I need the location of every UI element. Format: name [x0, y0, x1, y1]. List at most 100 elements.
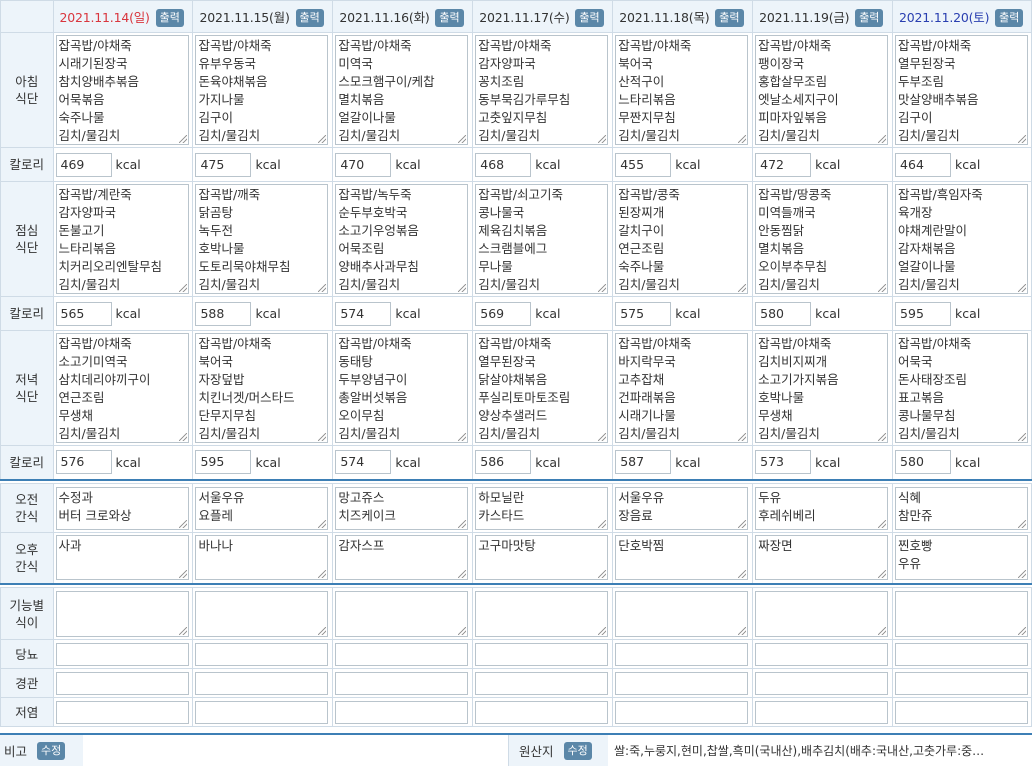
tube-input[interactable] [615, 671, 749, 695]
diabetes-input[interactable] [895, 642, 1029, 666]
lunch-menu-textarea[interactable]: 잡곡밥/흑임자죽 육개장 야채계란말이 감자채볶음 얼갈이나물 김치/물김치 [895, 184, 1029, 294]
print-button[interactable]: 출력 [435, 8, 464, 27]
resize-grip-icon[interactable] [318, 570, 327, 579]
resize-grip-icon[interactable] [598, 284, 607, 292]
am_snack-textarea[interactable]: 서울우유 장음료 [615, 486, 749, 530]
dinner-calorie-input[interactable]: 586 [475, 450, 532, 475]
pm_snack-textarea[interactable]: 짜장면 [755, 535, 889, 581]
breakfast-menu-textarea[interactable]: 잡곡밥/야채죽 미역국 스모크햄구이/케찹 멸치볶음 얼갈이나물 김치/물김치 [335, 35, 469, 145]
am_snack-textarea[interactable]: 하모닐란 카스타드 [475, 486, 609, 530]
dinner-menu-textarea[interactable]: 잡곡밥/야채죽 소고기미역국 삼치데리야끼구이 연근조림 무생채 김치/물김치 [55, 333, 189, 443]
am_snack-textarea[interactable]: 수정과 버터 크로와상 [55, 486, 189, 530]
breakfast-menu-textarea[interactable]: 잡곡밥/야채죽 팽이장국 홍합살무조림 엣날소세지구이 피마자잎볶음 김치/물김… [755, 35, 889, 145]
resize-grip-icon[interactable] [1018, 135, 1027, 143]
dinner-menu-textarea[interactable]: 잡곡밥/야채죽 북어국 자장덮밥 치킨너겟/머스타드 단무지무침 김치/물김치 [195, 333, 329, 443]
resize-grip-icon[interactable] [178, 519, 187, 528]
functional-textarea[interactable] [475, 590, 609, 637]
resize-grip-icon[interactable] [178, 135, 187, 143]
remarks-edit-button[interactable]: 수정 [37, 741, 66, 760]
resize-grip-icon[interactable] [458, 135, 467, 143]
functional-textarea[interactable] [195, 590, 329, 637]
print-button[interactable]: 출력 [295, 8, 324, 27]
dinner-calorie-input[interactable]: 574 [335, 450, 392, 475]
lunch-menu-textarea[interactable]: 잡곡밥/계란죽 감자양파국 돈불고기 느타리볶음 치커리오리엔탈무침 김치/물김… [55, 184, 189, 294]
resize-grip-icon[interactable] [598, 519, 607, 528]
low_salt-input[interactable] [755, 700, 889, 724]
resize-grip-icon[interactable] [458, 433, 467, 441]
resize-grip-icon[interactable] [1018, 570, 1027, 579]
resize-grip-icon[interactable] [178, 284, 187, 292]
resize-grip-icon[interactable] [318, 135, 327, 143]
print-button[interactable]: 출력 [855, 8, 884, 27]
pm_snack-textarea[interactable]: 감자스프 [335, 535, 469, 581]
breakfast-calorie-input[interactable]: 469 [55, 152, 112, 177]
lunch-calorie-input[interactable]: 580 [755, 301, 812, 326]
am_snack-textarea[interactable]: 망고쥬스 치즈케이크 [335, 486, 469, 530]
resize-grip-icon[interactable] [458, 519, 467, 528]
tube-input[interactable] [475, 671, 609, 695]
resize-grip-icon[interactable] [458, 626, 467, 635]
resize-grip-icon[interactable] [458, 570, 467, 579]
resize-grip-icon[interactable] [738, 284, 747, 292]
breakfast-calorie-input[interactable]: 455 [615, 152, 672, 177]
resize-grip-icon[interactable] [738, 135, 747, 143]
lunch-menu-textarea[interactable]: 잡곡밥/콩죽 된장찌개 갈치구이 연근조림 숙주나물 김치/물김치 [615, 184, 749, 294]
dinner-calorie-input[interactable]: 576 [55, 450, 112, 475]
breakfast-menu-textarea[interactable]: 잡곡밥/야채죽 열무된장국 두부조림 맛살양배추볶음 김구이 김치/물김치 [895, 35, 1029, 145]
resize-grip-icon[interactable] [318, 626, 327, 635]
resize-grip-icon[interactable] [738, 433, 747, 441]
breakfast-calorie-input[interactable]: 472 [755, 152, 812, 177]
low_salt-input[interactable] [335, 700, 469, 724]
functional-textarea[interactable] [615, 590, 749, 637]
functional-textarea[interactable] [895, 590, 1029, 637]
resize-grip-icon[interactable] [878, 135, 887, 143]
resize-grip-icon[interactable] [598, 135, 607, 143]
resize-grip-icon[interactable] [738, 570, 747, 579]
diabetes-input[interactable] [475, 642, 609, 666]
lunch-menu-textarea[interactable]: 잡곡밥/녹두죽 순두부호박국 소고기우엉볶음 어묵조림 양배추사과무침 김치/물… [335, 184, 469, 294]
pm_snack-textarea[interactable]: 단호박찜 [615, 535, 749, 581]
dinner-calorie-input[interactable]: 580 [895, 450, 952, 475]
breakfast-menu-textarea[interactable]: 잡곡밥/야채죽 시래기된장국 참치양배추볶음 어묵볶음 숙주나물 김치/물김치 [55, 35, 189, 145]
tube-input[interactable] [895, 671, 1029, 695]
resize-grip-icon[interactable] [878, 519, 887, 528]
functional-textarea[interactable] [755, 590, 889, 637]
resize-grip-icon[interactable] [318, 284, 327, 292]
resize-grip-icon[interactable] [458, 284, 467, 292]
dinner-menu-textarea[interactable]: 잡곡밥/야채죽 바지락무국 고추잡채 건파래볶음 시래기나물 김치/물김치 [615, 333, 749, 443]
resize-grip-icon[interactable] [1018, 519, 1027, 528]
dinner-menu-textarea[interactable]: 잡곡밥/야채죽 열무된장국 닭살야채볶음 푸실리토마토조림 양상추샐러드 김치/… [475, 333, 609, 443]
lunch-menu-textarea[interactable]: 잡곡밥/땅콩죽 미역들깨국 안동찜닭 멸치볶음 오이부추무침 김치/물김치 [755, 184, 889, 294]
resize-grip-icon[interactable] [1018, 284, 1027, 292]
lunch-calorie-input[interactable]: 595 [895, 301, 952, 326]
am_snack-textarea[interactable]: 서울우유 요플레 [195, 486, 329, 530]
resize-grip-icon[interactable] [178, 433, 187, 441]
dinner-menu-textarea[interactable]: 잡곡밥/야채죽 동태탕 두부양념구이 총알버섯볶음 오이무침 김치/물김치 [335, 333, 469, 443]
low_salt-input[interactable] [195, 700, 329, 724]
pm_snack-textarea[interactable]: 바나나 [195, 535, 329, 581]
functional-textarea[interactable] [335, 590, 469, 637]
low_salt-input[interactable] [615, 700, 749, 724]
pm_snack-textarea[interactable]: 고구마맛탕 [475, 535, 609, 581]
resize-grip-icon[interactable] [738, 519, 747, 528]
dinner-calorie-input[interactable]: 595 [195, 450, 252, 475]
tube-input[interactable] [335, 671, 469, 695]
functional-textarea[interactable] [55, 590, 189, 637]
resize-grip-icon[interactable] [598, 433, 607, 441]
diabetes-input[interactable] [195, 642, 329, 666]
resize-grip-icon[interactable] [178, 626, 187, 635]
resize-grip-icon[interactable] [878, 284, 887, 292]
am_snack-textarea[interactable]: 식혜 참만쥬 [895, 486, 1029, 530]
print-button[interactable]: 출력 [575, 8, 604, 27]
resize-grip-icon[interactable] [318, 519, 327, 528]
lunch-calorie-input[interactable]: 588 [195, 301, 252, 326]
resize-grip-icon[interactable] [1018, 626, 1027, 635]
diabetes-input[interactable] [615, 642, 749, 666]
breakfast-calorie-input[interactable]: 468 [475, 152, 532, 177]
print-button[interactable]: 출력 [715, 8, 744, 27]
low_salt-input[interactable] [55, 700, 189, 724]
dinner-menu-textarea[interactable]: 잡곡밥/야채죽 어묵국 돈사태장조림 표고볶음 콩나물무침 김치/물김치 [895, 333, 1029, 443]
tube-input[interactable] [55, 671, 189, 695]
diabetes-input[interactable] [55, 642, 189, 666]
resize-grip-icon[interactable] [598, 570, 607, 579]
